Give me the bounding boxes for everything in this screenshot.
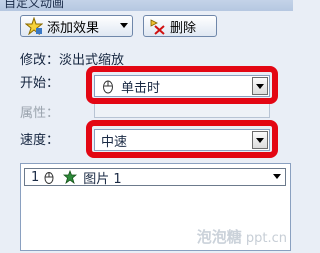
list-item[interactable]: 1 图片 1: [24, 168, 286, 187]
delete-effect-icon: [148, 17, 166, 35]
speed-label: 速度：: [20, 133, 60, 148]
star-icon: [24, 16, 44, 36]
exit-effect-icon: [63, 169, 78, 185]
watermark: 泡泡糖 ppt.cn: [197, 226, 287, 247]
delete-label: 删除: [170, 20, 197, 36]
effect-name: 图片 1: [83, 171, 122, 187]
effect-options-arrow-icon[interactable]: [270, 169, 284, 185]
speed-highlight-box: [86, 120, 278, 158]
chevron-down-icon: [120, 23, 128, 28]
add-effect-label: 添加效果: [47, 20, 100, 36]
start-label: 开始：: [20, 76, 60, 91]
add-effect-button[interactable]: 添加效果: [20, 15, 133, 37]
window-title: 自定义动画: [4, 0, 65, 10]
watermark-logo: 泡泡糖: [196, 228, 242, 246]
title-bar: 自定义动画: [0, 0, 293, 11]
start-highlight-box: [86, 66, 278, 104]
effect-number: 1: [31, 169, 40, 185]
mouse-click-icon: [43, 170, 55, 184]
delete-button[interactable]: 删除: [143, 15, 217, 37]
watermark-domain: ppt.cn: [245, 231, 287, 246]
property-label: 属性：: [20, 106, 60, 121]
